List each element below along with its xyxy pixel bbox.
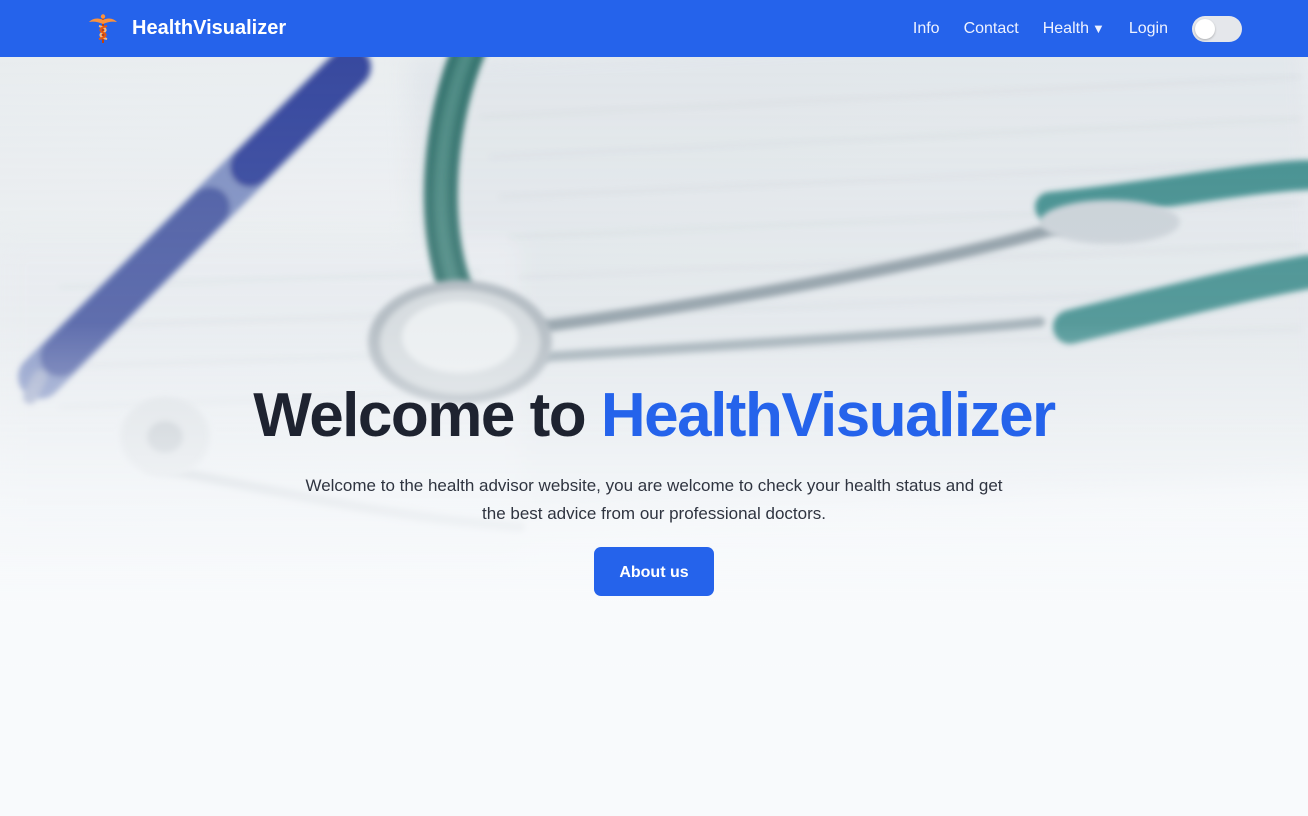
theme-toggle[interactable]: [1192, 15, 1242, 42]
hero-title: Welcome to HealthVisualizer: [0, 378, 1308, 454]
caret-down-icon: ▼: [1091, 20, 1105, 36]
hero-subtitle: Welcome to the health advisor website, y…: [305, 476, 1003, 523]
brand[interactable]: HealthVisualizer: [88, 13, 286, 45]
nav-link-login[interactable]: Login: [1129, 20, 1168, 38]
caduceus-icon: [89, 13, 117, 43]
hero-title-prefix: Welcome to: [253, 381, 586, 450]
nav-dropdown-health[interactable]: Health ▼: [1043, 20, 1105, 38]
nav-link-info[interactable]: Info: [913, 20, 940, 38]
hero-content: Welcome to HealthVisualizer Welcome to t…: [0, 378, 1308, 596]
about-us-button[interactable]: About us: [594, 547, 714, 596]
hero-section: Welcome to HealthVisualizer Welcome to t…: [0, 57, 1308, 816]
nav-links: Info Contact Health ▼ Login: [913, 15, 1242, 42]
brand-name: HealthVisualizer: [132, 17, 287, 39]
top-navbar: HealthVisualizer Info Contact Health ▼ Lo…: [0, 0, 1308, 57]
nav-link-contact[interactable]: Contact: [964, 20, 1019, 38]
nav-dropdown-health-label: Health: [1042, 19, 1089, 37]
toggle-knob: [1195, 18, 1215, 39]
hero-title-accent: HealthVisualizer: [600, 381, 1056, 450]
